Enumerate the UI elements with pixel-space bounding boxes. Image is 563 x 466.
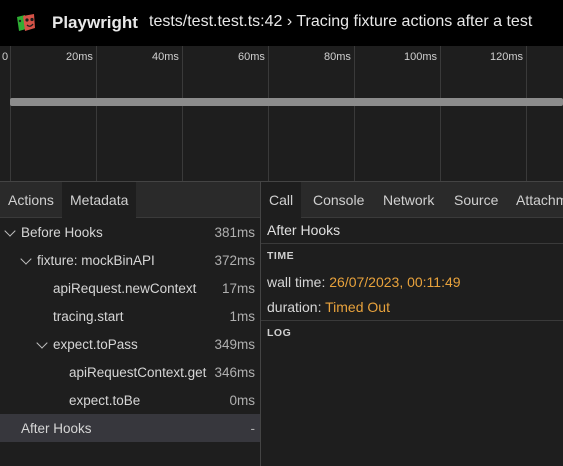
action-duration: 372ms	[214, 253, 255, 268]
wall-time-row: wall time: 26/07/2023, 00:11:49	[267, 274, 461, 290]
timeline-tick	[182, 46, 183, 181]
tab-attachments[interactable]: Attachments	[508, 182, 563, 218]
action-label: tracing.start	[53, 309, 124, 324]
action-duration: 346ms	[214, 365, 255, 380]
timeline-tick	[268, 46, 269, 181]
tree-row-apirequestcontext-get[interactable]: apiRequestContext.get 346ms	[0, 358, 260, 386]
tree-row-after-hooks[interactable]: After Hooks -	[0, 414, 260, 442]
tab-network[interactable]: Network	[375, 182, 442, 218]
timeline-tick	[354, 46, 355, 181]
title-bar: Playwright tests/test.test.ts:42 › Traci…	[0, 0, 563, 46]
actions-pane: Actions Metadata Before Hooks 381ms fixt…	[0, 182, 260, 466]
section-divider	[261, 320, 563, 321]
timeline[interactable]: 0 20ms 40ms 60ms 80ms 100ms 120ms	[0, 46, 563, 181]
app-title: Playwright	[52, 13, 138, 32]
test-title: tests/test.test.ts:42 › Tracing fixture …	[149, 13, 533, 30]
right-tab-bar: Call Console Network Source Attachments	[261, 182, 563, 218]
section-divider	[261, 243, 563, 244]
tick-label: 80ms	[324, 51, 351, 63]
tree-row-before-hooks[interactable]: Before Hooks 381ms	[0, 218, 260, 246]
action-label: apiRequestContext.get	[69, 365, 207, 380]
action-label: apiRequest.newContext	[53, 281, 197, 296]
action-label: expect.toPass	[53, 337, 138, 352]
duration-row: duration: Timed Out	[267, 299, 390, 315]
timeline-tick	[96, 46, 97, 181]
tree-row-tracing-start[interactable]: tracing.start 1ms	[0, 302, 260, 330]
tab-console[interactable]: Console	[305, 182, 372, 218]
tree-row-expect-topass[interactable]: expect.toPass 349ms	[0, 330, 260, 358]
action-label: expect.toBe	[69, 393, 141, 408]
timeline-tick	[10, 46, 11, 181]
tick-label: 0	[2, 51, 9, 63]
tree-row-expect-tobe[interactable]: expect.toBe 0ms	[0, 386, 260, 414]
playwright-logo-icon	[17, 14, 35, 31]
tick-label: 60ms	[238, 51, 265, 63]
tree-row-fixture-mockbinapi[interactable]: fixture: mockBinAPI 372ms	[0, 246, 260, 274]
details-pane: Call Console Network Source Attachments …	[261, 182, 563, 466]
tab-actions[interactable]: Actions	[0, 182, 62, 218]
tick-label: 100ms	[404, 51, 438, 63]
action-label: After Hooks	[21, 421, 92, 436]
tab-source[interactable]: Source	[446, 182, 506, 218]
timeline-tick	[526, 46, 527, 181]
action-duration: -	[250, 421, 256, 436]
action-label: fixture: mockBinAPI	[37, 253, 155, 268]
left-tab-bar: Actions Metadata	[0, 182, 260, 218]
action-duration: 1ms	[229, 309, 255, 324]
chevron-down-icon[interactable]	[4, 225, 16, 237]
tab-call[interactable]: Call	[261, 182, 302, 218]
tick-label: 120ms	[490, 51, 524, 63]
tree-row-apirequest-newcontext[interactable]: apiRequest.newContext 17ms	[0, 274, 260, 302]
action-duration: 349ms	[214, 337, 255, 352]
duration-value: Timed Out	[325, 299, 390, 315]
tick-label: 40ms	[152, 51, 179, 63]
timeline-tick	[440, 46, 441, 181]
action-duration: 381ms	[214, 225, 255, 240]
timeline-action-bar[interactable]	[10, 98, 563, 106]
action-duration: 17ms	[221, 281, 255, 296]
tab-metadata[interactable]: Metadata	[62, 182, 137, 218]
call-title: After Hooks	[267, 222, 341, 238]
duration-label: duration:	[267, 299, 322, 315]
action-duration: 0ms	[229, 393, 255, 408]
time-section-header: TIME	[267, 250, 295, 262]
wall-time-label: wall time:	[267, 274, 326, 290]
action-label: Before Hooks	[21, 225, 103, 240]
chevron-down-icon[interactable]	[36, 337, 48, 349]
wall-time-value: 26/07/2023, 00:11:49	[329, 274, 461, 290]
log-section-header: LOG	[267, 327, 292, 339]
chevron-down-icon[interactable]	[20, 253, 32, 265]
tick-label: 20ms	[66, 51, 93, 63]
